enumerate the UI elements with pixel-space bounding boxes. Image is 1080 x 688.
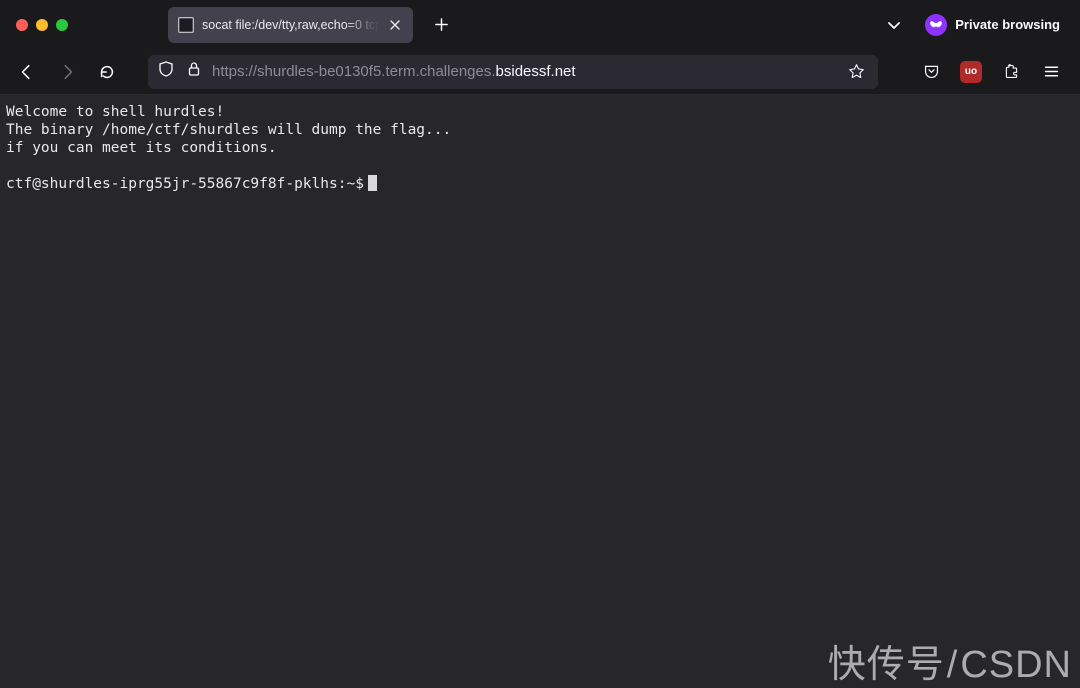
close-window-button[interactable] — [16, 19, 28, 31]
terminal-viewport[interactable]: Welcome to shell hurdles! The binary /ho… — [0, 95, 1080, 688]
watermark-left: 快传号 — [828, 644, 945, 686]
window-controls — [16, 19, 68, 31]
url-subdomain: shurdles-be0130f5.term.challenges. — [257, 63, 495, 80]
terminal-line: Welcome to shell hurdles! — [6, 104, 224, 120]
fullscreen-window-button[interactable] — [56, 19, 68, 31]
address-bar[interactable]: https://shurdles-be0130f5.term.challenge… — [148, 55, 878, 89]
close-tab-button[interactable] — [387, 17, 403, 33]
browser-tab[interactable]: socat file:/dev/tty,raw,echo=0 tcp — [168, 7, 413, 43]
list-all-tabs-button[interactable] — [879, 10, 909, 40]
watermark-sep: / — [947, 644, 959, 686]
url-text: https://shurdles-be0130f5.term.challenge… — [212, 63, 832, 80]
forward-button[interactable] — [50, 55, 84, 89]
tab-title: socat file:/dev/tty,raw,echo=0 tcp — [202, 18, 379, 32]
app-menu-button[interactable] — [1034, 55, 1068, 89]
private-browsing-label: Private browsing — [955, 17, 1060, 32]
watermark-right: CSDN — [960, 644, 1072, 686]
site-identity[interactable] — [158, 61, 202, 82]
terminal-cursor — [368, 175, 377, 191]
terminal-line: if you can meet its conditions. — [6, 140, 277, 156]
bookmark-star-button[interactable] — [842, 58, 870, 86]
extensions-button[interactable] — [994, 55, 1028, 89]
reload-button[interactable] — [90, 55, 124, 89]
private-browsing-indicator: Private browsing — [925, 14, 1060, 36]
url-protocol: https:// — [212, 63, 257, 80]
terminal-line: The binary /home/ctf/shurdles will dump … — [6, 122, 451, 138]
shield-icon — [158, 61, 174, 82]
new-tab-button[interactable] — [425, 9, 457, 41]
tab-strip: socat file:/dev/tty,raw,echo=0 tcp Priva… — [0, 0, 1080, 49]
ublock-badge-icon: uo — [960, 61, 982, 83]
terminal-favicon-icon — [178, 17, 194, 33]
lock-icon — [186, 61, 202, 82]
navigation-toolbar: https://shurdles-be0130f5.term.challenge… — [0, 49, 1080, 95]
back-button[interactable] — [10, 55, 44, 89]
ublock-extension-button[interactable]: uo — [954, 55, 988, 89]
private-mask-icon — [925, 14, 947, 36]
shell-prompt: ctf@shurdles-iprg55jr-55867c9f8f-pklhs:~… — [6, 175, 364, 193]
save-to-pocket-button[interactable] — [914, 55, 948, 89]
watermark-text: 快传号/CSDN — [828, 633, 1072, 688]
minimize-window-button[interactable] — [36, 19, 48, 31]
url-host: bsidessf.net — [496, 63, 576, 80]
